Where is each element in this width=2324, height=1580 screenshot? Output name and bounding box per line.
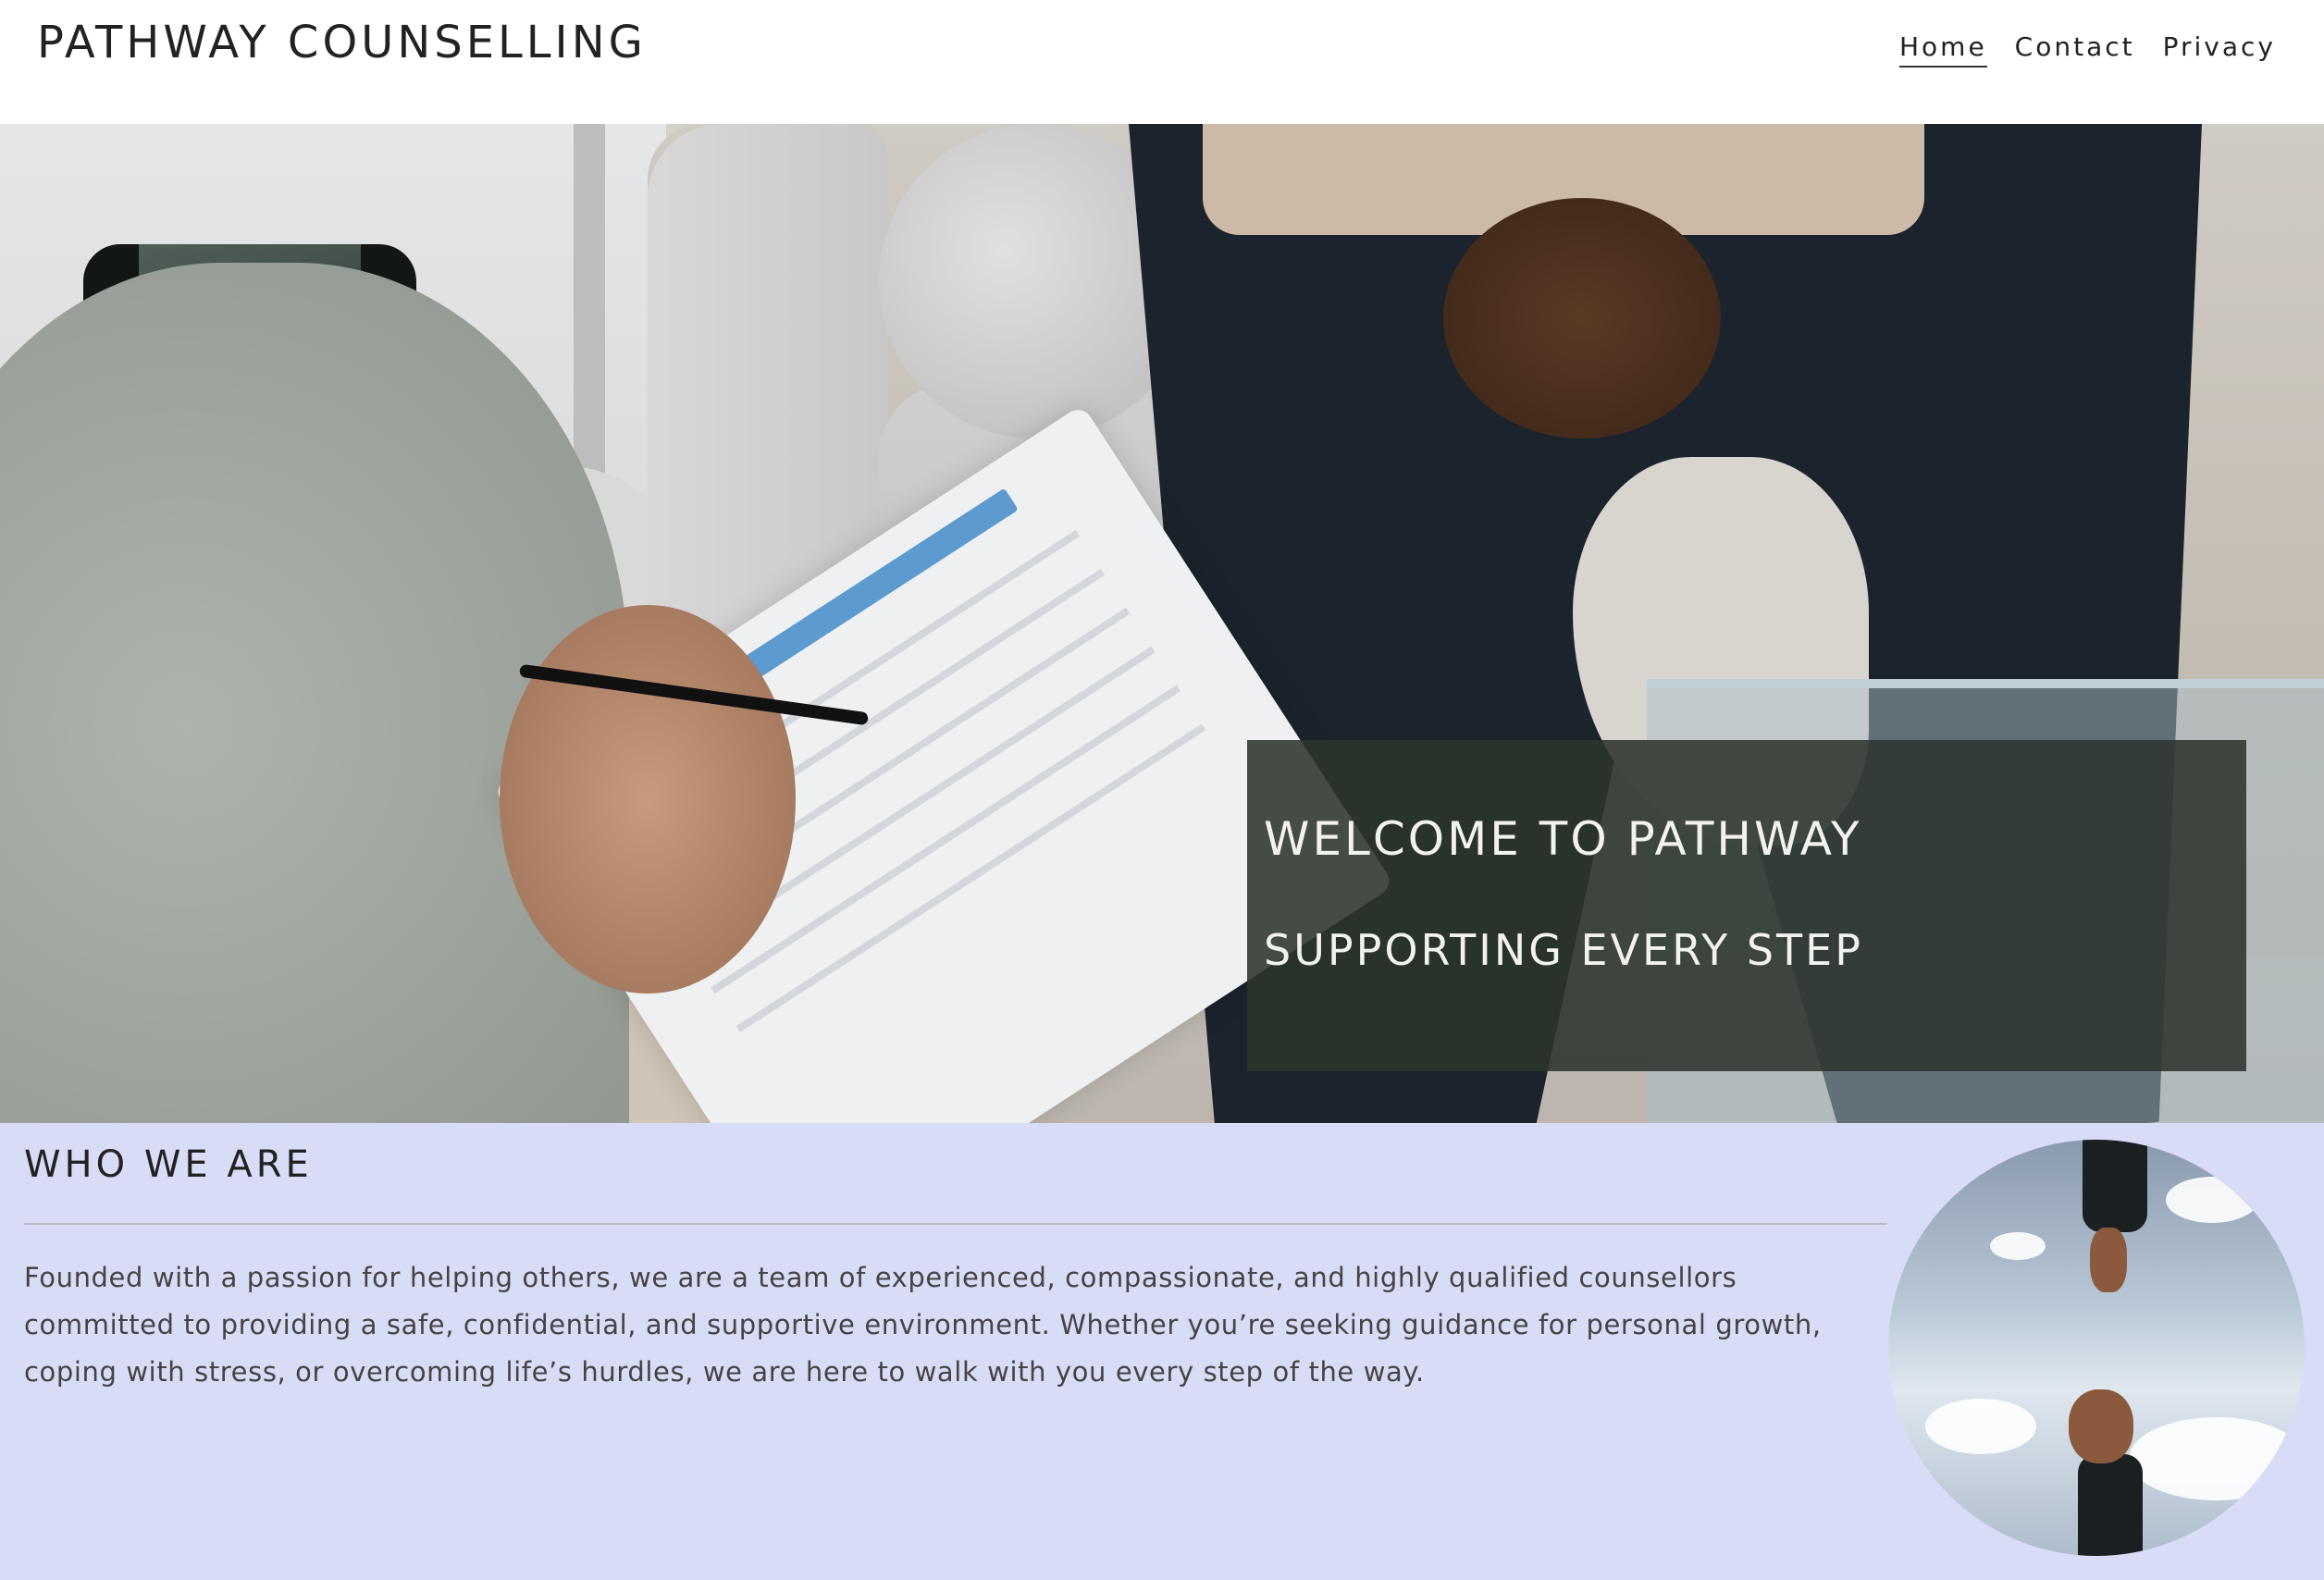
nav-contact-link[interactable]: Contact — [2015, 31, 2135, 68]
about-image — [1888, 1140, 2305, 1556]
upper-hand — [2090, 1228, 2127, 1292]
about-divider — [24, 1223, 1887, 1225]
nav-privacy-link[interactable]: Privacy — [2163, 31, 2276, 68]
hero-section: WELCOME TO PATHWAY SUPPORTING EVERY STEP — [0, 124, 2324, 1123]
nav-home-link[interactable]: Home — [1898, 31, 1987, 68]
about-body: Founded with a passion for helping other… — [24, 1262, 1822, 1388]
welcome-banner: WELCOME TO PATHWAY SUPPORTING EVERY STEP — [1247, 740, 2246, 1071]
client-hands — [1443, 198, 1721, 438]
hero-subtitle: SUPPORTING EVERY STEP — [1264, 925, 1863, 975]
lower-arm — [2078, 1454, 2143, 1556]
about-title: WHO WE ARE — [24, 1143, 313, 1186]
site-brand[interactable]: PATHWAY COUNSELLING — [37, 17, 647, 68]
cloud — [1990, 1232, 2046, 1260]
hero-title: WELCOME TO PATHWAY — [1264, 812, 1862, 866]
site-header: PATHWAY COUNSELLING Home Contact Privacy — [0, 0, 2324, 124]
about-section: WHO WE ARE Founded with a passion for he… — [0, 1123, 2324, 1580]
upper-arm — [2083, 1140, 2147, 1232]
cloud — [2166, 1177, 2258, 1223]
cloud — [2129, 1417, 2305, 1500]
cloud — [1925, 1399, 2036, 1454]
main-nav: Home Contact Privacy — [1898, 31, 2276, 68]
counsellor-hand — [500, 605, 796, 994]
lower-hand — [2069, 1389, 2133, 1463]
